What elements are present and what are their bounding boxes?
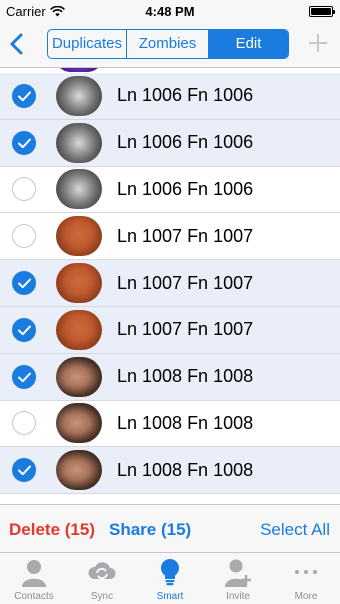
checkmark-icon	[18, 278, 31, 289]
contact-name: Ln 1006 Fn 1006	[117, 132, 254, 153]
tab-smart[interactable]: Smart	[136, 553, 204, 604]
contact-name: Ln 1008 Fn 1008	[117, 459, 254, 480]
contact-name: Ln 1007 Fn 1007	[117, 272, 254, 293]
contact-list[interactable]: Ln 1006 Fn 1006 Ln 1006 Fn 1006 Ln 1006 Fn…	[0, 68, 340, 504]
checkmark-icon	[18, 91, 31, 102]
segment-edit[interactable]: Edit	[209, 30, 288, 58]
segment-zombies[interactable]: Zombies	[127, 30, 209, 58]
tab-sync[interactable]: Sync	[68, 553, 136, 604]
table-row[interactable]: Ln 1008 Fn 1008	[0, 447, 340, 495]
status-bar: Carrier 4:48 PM	[0, 0, 340, 22]
segment-duplicates[interactable]: Duplicates	[48, 30, 127, 58]
chevron-left-icon	[10, 33, 23, 55]
add-person-icon	[225, 559, 251, 587]
contact-name: Ln 1007 Fn 1007	[117, 225, 254, 246]
checkbox-unchecked[interactable]	[12, 224, 36, 249]
checkbox-checked[interactable]	[12, 130, 36, 155]
table-row[interactable]: Ln 1007 Fn 1007	[0, 213, 340, 261]
checkbox-checked[interactable]	[12, 83, 36, 108]
avatar	[56, 450, 102, 491]
table-row[interactable]: Ln 1008 Fn 1008	[0, 353, 340, 401]
add-button[interactable]	[308, 33, 328, 53]
share-button[interactable]: Share (15)	[109, 520, 191, 540]
more-dots-icon	[295, 570, 317, 574]
contact-name: Ln 1007 Fn 1007	[117, 319, 254, 340]
nav-bar: Duplicates Zombies Edit	[0, 22, 340, 68]
checkmark-icon	[18, 465, 31, 476]
plus-icon	[309, 34, 327, 52]
checkbox-checked[interactable]	[12, 271, 36, 296]
checkbox-checked[interactable]	[12, 458, 36, 483]
contact-name: Ln 1008 Fn 1008	[117, 366, 254, 387]
table-row[interactable]: Ln 1007 Fn 1007	[0, 306, 340, 354]
avatar	[56, 68, 102, 72]
contact-name: Ln 1008 Fn 1008	[117, 412, 254, 433]
avatar	[56, 356, 102, 397]
contact-name: Ln 1006 Fn 1006	[117, 85, 254, 106]
segmented-control: Duplicates Zombies Edit	[47, 29, 289, 59]
delete-button[interactable]: Delete (15)	[9, 520, 95, 540]
avatar	[56, 403, 102, 444]
checkmark-icon	[18, 138, 31, 148]
tab-label: Contacts	[14, 591, 54, 602]
tab-invite[interactable]: Invite	[204, 553, 272, 604]
table-row[interactable]: Ln 1008 Fn 1008	[0, 401, 340, 448]
avatar	[56, 122, 102, 163]
tab-more[interactable]: More	[272, 553, 340, 604]
lightbulb-icon	[160, 558, 180, 586]
checkbox-unchecked[interactable]	[12, 177, 36, 202]
avatar	[56, 216, 102, 257]
table-row[interactable]: Ln 1007 Fn 1007	[0, 260, 340, 307]
table-row[interactable]: Ln 1006 Fn 1006	[0, 119, 340, 167]
person-icon	[22, 560, 46, 587]
status-time: 4:48 PM	[145, 4, 195, 19]
avatar	[56, 75, 102, 116]
checkbox-checked[interactable]	[12, 317, 36, 342]
contact-name: Ln 1006 Fn 1006	[117, 178, 254, 199]
avatar	[56, 263, 102, 304]
avatar	[56, 309, 102, 350]
avatar	[56, 169, 102, 210]
checkbox-checked[interactable]	[12, 364, 36, 389]
table-row[interactable]: Ln 1006 Fn 1006	[0, 167, 340, 214]
tab-contacts[interactable]: Contacts	[0, 553, 68, 604]
checkmark-icon	[18, 325, 31, 336]
checkmark-icon	[18, 372, 31, 382]
tab-label: Invite	[226, 591, 250, 602]
tab-bar: Contacts Sync Smart Invite More	[0, 552, 340, 604]
action-bar: Delete (15) Share (15) Select All	[0, 504, 340, 552]
tab-label: Smart	[156, 591, 184, 602]
table-row[interactable]: Ln 1006 Fn 1006	[0, 73, 340, 120]
back-button[interactable]	[6, 30, 28, 58]
battery-icon	[309, 6, 335, 17]
select-all-button[interactable]: Select All	[260, 520, 330, 540]
checkbox-unchecked[interactable]	[12, 411, 36, 436]
sync-cloud-icon	[88, 562, 116, 580]
tab-label: More	[294, 591, 318, 602]
tab-label: Sync	[90, 591, 114, 602]
